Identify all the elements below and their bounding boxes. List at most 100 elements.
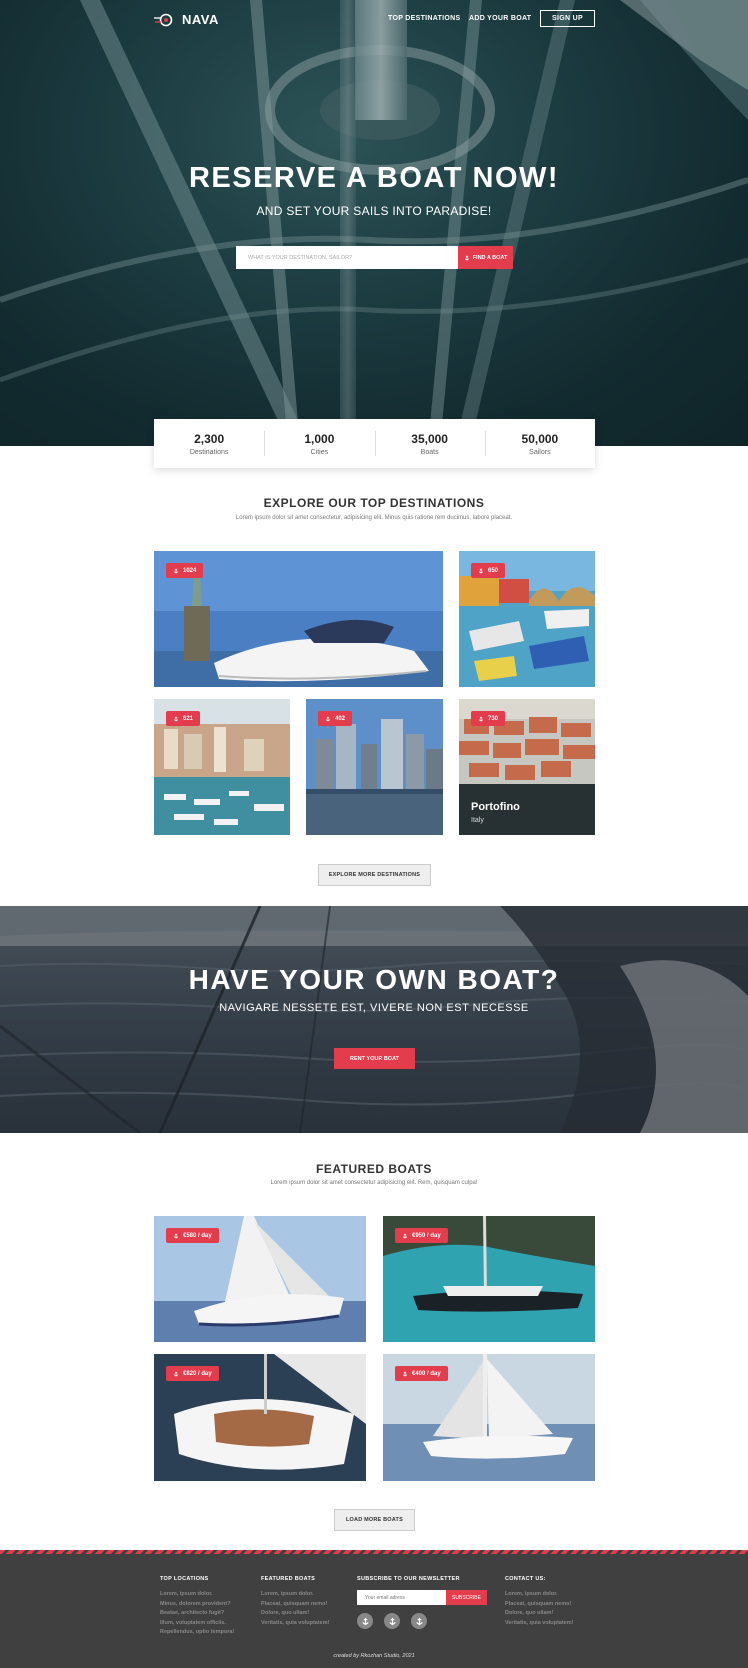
destination-badge: 650 (471, 563, 506, 578)
anchor-icon (173, 1371, 179, 1376)
boat-price-badge: €580 / day (166, 1228, 219, 1243)
footer-heading: SUBSCRIBE TO OUR NEWSLETTER (357, 1576, 460, 1582)
own-boat-title: HAVE YOUR OWN BOAT? (188, 964, 560, 995)
logo-icon (154, 13, 173, 26)
footer-contact: CONTACT US: Lorem, ipsum dolor. Placeat,… (505, 1576, 573, 1628)
footer-link[interactable]: Dolore, quo ullam! (505, 1609, 573, 1619)
footer-link[interactable]: Placeat, quisquam nemo! (505, 1600, 573, 1610)
footer-top-locations: TOP LOCATIONS Lorem, ipsum dolor. Minus,… (160, 1576, 234, 1638)
destination-count: 650 (488, 567, 499, 574)
featured-subtitle: Lorem ipsum dolor sit amet consectetur a… (270, 1180, 478, 1186)
anchor-icon (173, 716, 179, 721)
footer-link[interactable]: Beatae, architecto fugit? (160, 1609, 234, 1619)
rent-your-boat-button[interactable]: RENT YOUR BOAT (334, 1048, 415, 1069)
anchor-icon (464, 255, 469, 260)
explore-more-destinations-button[interactable]: EXPLORE MORE DESTINATIONS (318, 864, 431, 886)
boat-card[interactable]: €820 / day (154, 1354, 366, 1481)
stat-boats: 35,000 Boats (374, 419, 485, 468)
nav-link-top-destinations[interactable]: TOP DESTINATIONS (388, 15, 460, 22)
stats-bar: 2,300 Destinations 1,000 Cities 35,000 B… (154, 419, 595, 468)
destination-tile[interactable]: 1024 (154, 551, 443, 687)
sign-up-button[interactable]: SIGN UP (540, 10, 595, 27)
destination-tile[interactable]: 402 (306, 699, 443, 835)
hero-title: RESERVE A BOAT NOW! (188, 162, 560, 194)
boat-price: €580 / day (183, 1232, 212, 1239)
destination-badge: 730 (471, 711, 506, 726)
boat-price: €400 / day (412, 1370, 441, 1377)
anchor-icon[interactable] (384, 1613, 400, 1629)
anchor-icon[interactable] (357, 1613, 373, 1629)
newsletter-form: SUBSCRIBE (357, 1590, 487, 1605)
destination-count: 621 (183, 715, 194, 722)
footer-newsletter: SUBSCRIBE TO OUR NEWSLETTER SUBSCRIBE (357, 1576, 487, 1629)
social-links (357, 1613, 487, 1629)
footer-credit: created by Rkozhan Studio, 2021 (333, 1653, 415, 1659)
boat-card[interactable]: €400 / day (383, 1354, 595, 1481)
boat-price: €820 / day (183, 1370, 212, 1377)
stat-label: Cities (310, 448, 329, 456)
stat-sailors: 50,000 Sailors (484, 419, 595, 468)
destination-tile[interactable]: 621 (154, 699, 290, 835)
nav-link-add-your-boat[interactable]: ADD YOUR BOAT (469, 15, 531, 22)
footer-link[interactable]: Lorem, ipsum dolor. (261, 1590, 329, 1600)
anchor-icon (478, 568, 484, 573)
boat-card[interactable]: €580 / day (154, 1216, 366, 1342)
hero-subtitle: AND SET YOUR SAILS INTO PARADISE! (256, 204, 492, 218)
destinations-title: EXPLORE OUR TOP DESTINATIONS (263, 496, 485, 510)
top-navigation: NAVA TOP DESTINATIONS ADD YOUR BOAT SIGN… (154, 10, 595, 36)
destination-city: Portofino (471, 801, 520, 813)
stat-cities: 1,000 Cities (264, 419, 374, 468)
destination-badge: 402 (318, 711, 353, 726)
footer-link[interactable]: Illum, voluptatem officiis. (160, 1619, 234, 1629)
anchor-icon (173, 568, 179, 573)
stat-label: Sailors (529, 448, 551, 456)
destination-count: 730 (488, 715, 499, 722)
destination-badge: 621 (166, 711, 201, 726)
hero-overlay (0, 0, 748, 446)
footer-stripe (0, 1550, 748, 1554)
find-a-boat-label: FIND A BOAT (472, 254, 508, 261)
destinations-subtitle: Lorem ipsum dolor sit amet consectetur, … (235, 515, 513, 521)
footer-heading: FEATURED BOATS (261, 1576, 316, 1582)
destination-tile[interactable]: 730 Portofino Italy (459, 699, 595, 835)
footer-heading: CONTACT US: (505, 1576, 546, 1582)
anchor-icon (173, 1233, 179, 1238)
stat-value: 50,000 (521, 431, 559, 446)
newsletter-email-input[interactable] (357, 1590, 446, 1605)
destination-count: 1024 (183, 567, 197, 574)
anchor-icon (402, 1233, 408, 1238)
destination-country: Italy (471, 817, 484, 824)
hero-section: NAVA TOP DESTINATIONS ADD YOUR BOAT SIGN… (0, 0, 748, 446)
anchor-icon (478, 716, 484, 721)
footer-link[interactable]: Dolore, quo ullam! (261, 1609, 329, 1619)
stat-value: 2,300 (194, 431, 225, 446)
featured-title: FEATURED BOATS (316, 1162, 432, 1176)
boat-price-badge: €820 / day (166, 1366, 219, 1381)
boat-card[interactable]: €950 / day (383, 1216, 595, 1342)
destination-search-input[interactable] (236, 246, 458, 269)
footer-link[interactable]: Minus, dolorem provident? (160, 1600, 234, 1610)
footer-link[interactable]: Veritatis, quia voluptatem! (505, 1619, 573, 1629)
stat-label: Boats (420, 448, 439, 456)
footer-link[interactable]: Veritatis, quia voluptatem! (261, 1619, 329, 1629)
boat-price: €950 / day (412, 1232, 441, 1239)
own-boat-section: HAVE YOUR OWN BOAT? NAVIGARE NESSETE EST… (0, 906, 748, 1133)
stat-value: 1,000 (304, 431, 335, 446)
destination-count: 402 (335, 715, 346, 722)
load-more-boats-button[interactable]: LOAD MORE BOATS (334, 1509, 415, 1531)
find-a-boat-button[interactable]: FIND A BOAT (458, 246, 513, 269)
footer-link[interactable]: Lorem, ipsum dolor. (505, 1590, 573, 1600)
footer-link[interactable]: Repellendus, optio tempora! (160, 1628, 234, 1638)
logo[interactable]: NAVA (154, 12, 219, 27)
anchor-icon[interactable] (411, 1613, 427, 1629)
footer-link[interactable]: Lorem, ipsum dolor. (160, 1590, 234, 1600)
footer-featured-boats: FEATURED BOATS Lorem, ipsum dolor. Place… (261, 1576, 329, 1628)
destination-search: FIND A BOAT (236, 246, 513, 269)
destination-tile[interactable]: 650 (459, 551, 595, 687)
boat-price-badge: €950 / day (395, 1228, 448, 1243)
footer-heading: TOP LOCATIONS (160, 1576, 209, 1582)
subscribe-button[interactable]: SUBSCRIBE (446, 1590, 487, 1605)
logo-text: NAVA (182, 12, 219, 27)
own-boat-image (0, 906, 748, 1133)
footer-link[interactable]: Placeat, quisquam nemo! (261, 1600, 329, 1610)
